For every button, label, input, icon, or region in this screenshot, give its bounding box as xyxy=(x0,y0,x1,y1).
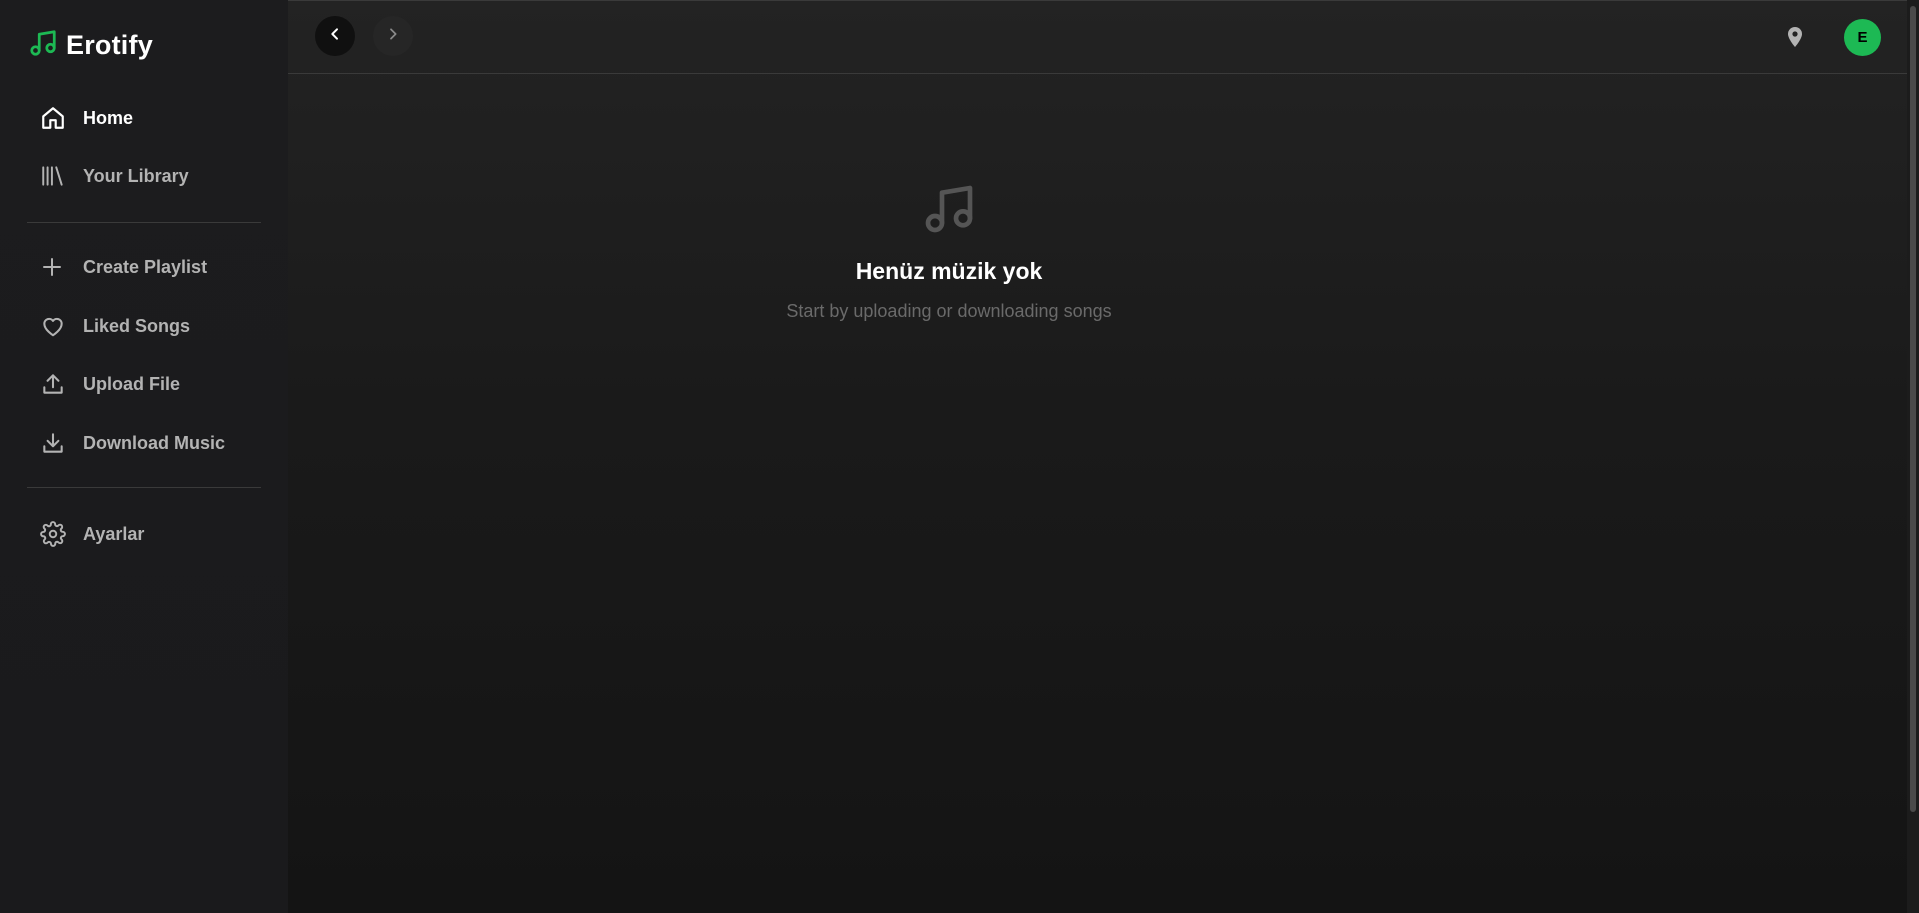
empty-state-subtitle: Start by uploading or downloading songs xyxy=(786,301,1112,321)
chevron-left-icon xyxy=(327,26,343,47)
sidebar: Erotify Home Your Library Create Playlis… xyxy=(0,0,288,913)
home-icon xyxy=(27,105,83,131)
gear-icon xyxy=(27,521,83,547)
sidebar-item-label: Home xyxy=(83,107,134,128)
main-content: E Henüz müzik yok Start by uploading or … xyxy=(288,0,1907,913)
sidebar-divider xyxy=(27,487,261,488)
sidebar-item-download-music[interactable]: Download Music xyxy=(27,420,261,466)
sidebar-item-label: Liked Songs xyxy=(83,315,191,336)
empty-state: Henüz müzik yok Start by uploading or do… xyxy=(288,181,1610,322)
avatar-initial: E xyxy=(1857,29,1868,46)
library-icon xyxy=(27,163,83,189)
sidebar-item-label: Upload File xyxy=(83,373,181,394)
app-logo[interactable]: Erotify xyxy=(28,28,153,62)
top-bar: E xyxy=(288,1,1907,74)
sidebar-item-label: Download Music xyxy=(83,432,226,453)
sidebar-item-label: Your Library xyxy=(83,165,189,186)
sidebar-item-settings[interactable]: Ayarlar xyxy=(27,511,261,557)
sidebar-item-liked-songs[interactable]: Liked Songs xyxy=(27,303,261,349)
scrollbar-thumb[interactable] xyxy=(1910,6,1916,812)
download-icon xyxy=(27,430,83,456)
vertical-scrollbar[interactable] xyxy=(1907,0,1919,913)
music-note-logo-icon xyxy=(28,27,58,64)
sidebar-item-label: Ayarlar xyxy=(83,523,145,544)
location-pin-icon[interactable] xyxy=(1786,26,1806,48)
chevron-right-icon xyxy=(385,26,401,47)
sidebar-item-home[interactable]: Home xyxy=(27,95,261,141)
heart-icon xyxy=(27,313,83,339)
upload-icon xyxy=(27,371,83,397)
sidebar-item-upload-file[interactable]: Upload File xyxy=(27,361,261,407)
sidebar-divider xyxy=(27,222,261,223)
back-button[interactable] xyxy=(315,16,355,56)
empty-state-title: Henüz müzik yok xyxy=(855,258,1043,284)
music-note-icon xyxy=(921,181,977,242)
app-window: Erotify Home Your Library Create Playlis… xyxy=(0,0,1919,913)
sidebar-item-create-playlist[interactable]: Create Playlist xyxy=(27,244,261,290)
sidebar-item-library[interactable]: Your Library xyxy=(27,153,261,199)
sidebar-item-label: Create Playlist xyxy=(83,256,208,277)
plus-icon xyxy=(27,255,83,279)
avatar[interactable]: E xyxy=(1844,19,1881,56)
app-name: Erotify xyxy=(66,29,153,60)
forward-button[interactable] xyxy=(373,16,413,56)
